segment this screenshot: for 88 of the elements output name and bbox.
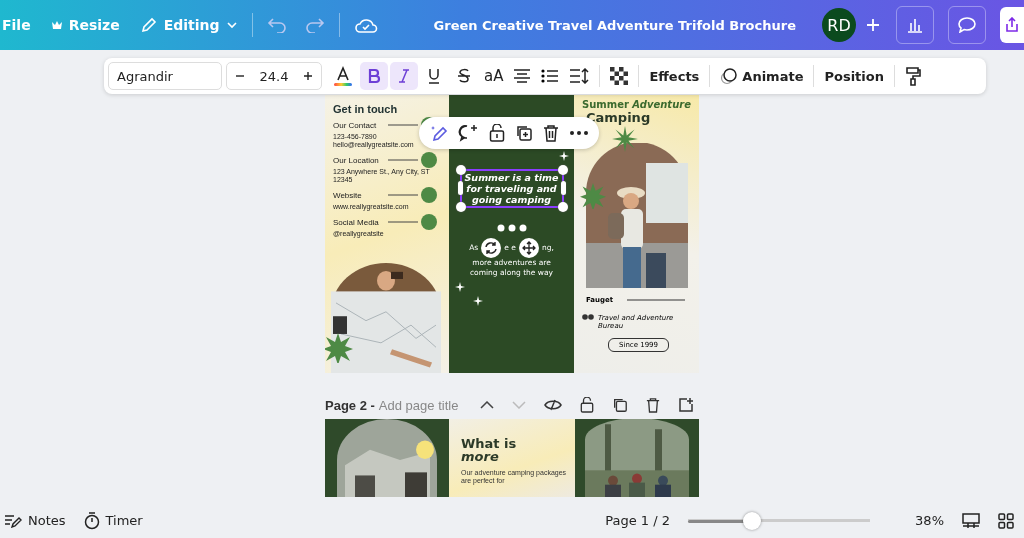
- comment-button[interactable]: [948, 6, 986, 44]
- notes-button[interactable]: Notes: [4, 513, 66, 528]
- connector-line: [388, 194, 418, 196]
- add-comment-icon[interactable]: [458, 124, 479, 142]
- paint-roller-icon[interactable]: [905, 66, 921, 86]
- dot-icon: [421, 187, 437, 203]
- quote-text: Summer is a time for traveling and going camping: [463, 172, 560, 205]
- italic-icon: [397, 68, 411, 84]
- contact-label: Social Media: [333, 217, 380, 227]
- panel-heading: What is: [461, 437, 518, 450]
- magic-pencil-icon[interactable]: [430, 124, 449, 142]
- strikethrough-icon: [457, 67, 471, 85]
- position-button[interactable]: Position: [824, 68, 884, 84]
- font-size-value[interactable]: 24.4: [259, 68, 289, 84]
- pencil-icon: [139, 16, 158, 34]
- speech-bubble-icon: [958, 17, 976, 33]
- connector-line: [388, 159, 418, 161]
- move-handle[interactable]: [518, 238, 539, 258]
- rotate-handle[interactable]: [481, 238, 502, 258]
- starburst-icon: [580, 183, 606, 209]
- dot-icon: [421, 152, 437, 168]
- transparency-icon[interactable]: [610, 67, 629, 85]
- resize-handle[interactable]: [455, 202, 466, 212]
- font-size-field[interactable]: 24.4: [226, 62, 322, 90]
- grid-view-icon[interactable]: [998, 512, 1014, 529]
- hide-icon[interactable]: [544, 398, 563, 412]
- bold-icon: [367, 68, 381, 84]
- circles-icon: [720, 67, 739, 85]
- document-title[interactable]: Green Creative Travel Adventure Trifold Brochure: [433, 17, 796, 33]
- line-spacing-icon[interactable]: [569, 68, 590, 84]
- more-icon[interactable]: [569, 131, 588, 135]
- starburst-icon: [612, 126, 638, 152]
- move-icon: [521, 241, 536, 255]
- starburst-icon: [325, 333, 353, 363]
- quote-mark-icon: [582, 314, 594, 320]
- add-page-icon[interactable]: [678, 397, 695, 413]
- italic-button[interactable]: [390, 62, 418, 90]
- align-center-icon[interactable]: [513, 69, 532, 83]
- notes-icon: [4, 513, 22, 528]
- chevron-down-icon: [225, 21, 238, 29]
- stopwatch-icon: [83, 511, 100, 530]
- rotate-icon: [484, 241, 499, 255]
- text-color-icon[interactable]: [332, 65, 354, 87]
- font-field[interactable]: Agrandir: [108, 62, 222, 90]
- letter-case-button[interactable]: aA: [484, 67, 504, 85]
- panel-heading: Get in touch: [333, 103, 399, 115]
- resize-handle[interactable]: [557, 202, 568, 212]
- zoom-slider-thumb[interactable]: [742, 511, 761, 530]
- connector-line: [388, 124, 418, 126]
- panel-title: Summer Adventure: [582, 99, 692, 111]
- timer-button[interactable]: Timer: [83, 511, 143, 530]
- animate-button[interactable]: Animate: [720, 67, 804, 85]
- page-indicator[interactable]: Page 1 / 2: [605, 513, 670, 528]
- contact-label: Our Contact: [333, 120, 378, 130]
- page-view-icon[interactable]: [962, 512, 980, 529]
- connector-line: [388, 221, 418, 223]
- bullet-list-icon[interactable]: [541, 69, 560, 83]
- underline-icon: [427, 67, 441, 85]
- page-label: Page 2 -: [325, 397, 375, 413]
- duplicate-icon[interactable]: [612, 397, 629, 413]
- contact-label: Website: [333, 190, 363, 200]
- dot-icon: [421, 214, 437, 230]
- insights-button[interactable]: [896, 6, 934, 44]
- resize-handle[interactable]: [557, 165, 568, 175]
- share-button[interactable]: [1000, 7, 1024, 43]
- sparkle-icon: [559, 151, 569, 161]
- upload-icon: [1005, 17, 1019, 33]
- user-avatar[interactable]: RD: [822, 8, 856, 42]
- side-handle[interactable]: [457, 181, 463, 195]
- crown-icon: [50, 20, 63, 30]
- bold-button[interactable]: [360, 62, 388, 90]
- resize-handle[interactable]: [455, 165, 466, 175]
- effects-button[interactable]: Effects: [649, 68, 700, 84]
- plus-icon[interactable]: [303, 71, 313, 81]
- bar-chart-icon: [906, 17, 924, 33]
- unlock-icon[interactable]: [580, 397, 595, 413]
- duplicate-icon[interactable]: [515, 124, 534, 142]
- side-handle[interactable]: [560, 181, 566, 195]
- contact-label: Our Location: [333, 155, 380, 165]
- panel-heading: more: [461, 450, 500, 463]
- panel-title: Camping: [586, 111, 652, 125]
- zoom-reading[interactable]: 38%: [894, 513, 944, 528]
- unlock-icon[interactable]: [488, 124, 505, 142]
- cloud-check-icon[interactable]: [353, 16, 378, 34]
- dots-icon: [496, 224, 527, 232]
- trash-icon[interactable]: [543, 124, 560, 142]
- trash-icon[interactable]: [646, 397, 661, 413]
- chevron-up-icon[interactable]: [480, 401, 495, 409]
